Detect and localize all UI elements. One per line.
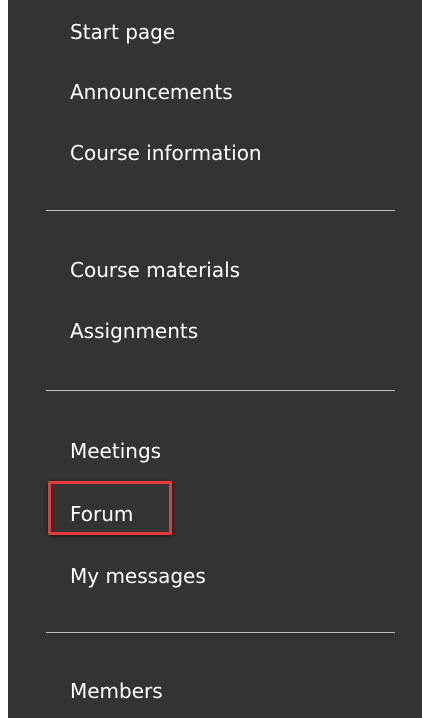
nav-item-course-information[interactable]: Course information	[70, 139, 262, 167]
nav-item-start-page[interactable]: Start page	[70, 18, 175, 46]
nav-item-course-materials[interactable]: Course materials	[70, 256, 240, 284]
nav-item-my-messages[interactable]: My messages	[70, 562, 206, 590]
section-divider	[46, 210, 395, 211]
course-sidebar: Start page Announcements Course informat…	[8, 0, 422, 718]
nav-item-assignments[interactable]: Assignments	[70, 317, 198, 345]
section-divider	[46, 390, 395, 391]
section-divider	[46, 632, 395, 633]
nav-item-members[interactable]: Members	[70, 677, 163, 705]
nav-item-forum[interactable]: Forum	[70, 500, 133, 528]
nav-item-announcements[interactable]: Announcements	[70, 78, 233, 106]
nav-item-meetings[interactable]: Meetings	[70, 437, 161, 465]
